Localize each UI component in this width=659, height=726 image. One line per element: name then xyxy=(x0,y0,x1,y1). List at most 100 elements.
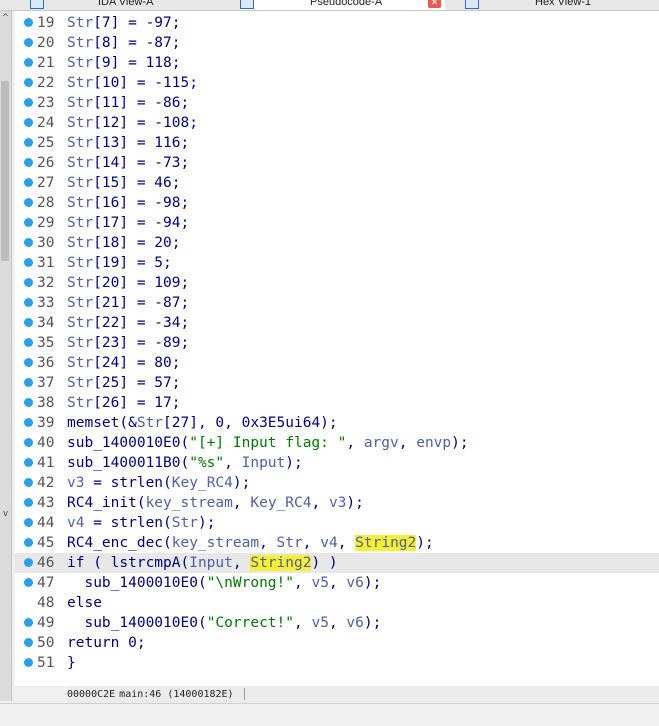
code-line[interactable]: 51} xyxy=(15,653,659,673)
code-text: sub_1400010E0("\nWrong!", v5, v6); xyxy=(67,575,382,591)
code-text: Str[18] = 20; xyxy=(67,235,181,251)
code-line[interactable]: 43 RC4_init(key_stream, Key_RC4, v3); xyxy=(15,493,659,513)
code-line[interactable]: 42 v3 = strlen(Key_RC4); xyxy=(15,473,659,493)
breakpoint-dot-icon[interactable] xyxy=(24,118,33,127)
code-line[interactable]: 39 memset(&Str[27], 0, 0x3E5ui64); xyxy=(15,413,659,433)
code-line[interactable]: 19 Str[7] = -97; xyxy=(15,13,659,33)
code-line[interactable]: 37 Str[25] = 57; xyxy=(15,373,659,393)
breakpoint-dot-icon[interactable] xyxy=(24,338,33,347)
code-line-current[interactable]: 46 if ( lstrcmpA(Input, String2) ) xyxy=(15,553,659,573)
bottom-panel xyxy=(0,703,659,726)
breakpoint-dot-icon[interactable] xyxy=(24,78,33,87)
breakpoint-dot-icon[interactable] xyxy=(24,38,33,47)
breakpoint-dot-icon[interactable] xyxy=(24,458,33,467)
code-line[interactable]: 28 Str[16] = -98; xyxy=(15,193,659,213)
breakpoint-dot-icon[interactable] xyxy=(24,398,33,407)
breakpoint-dot-icon[interactable] xyxy=(24,418,33,427)
breakpoint-dot-icon[interactable] xyxy=(24,218,33,227)
breakpoint-dot-icon[interactable] xyxy=(24,438,33,447)
code-text: Str[21] = -87; xyxy=(67,295,190,311)
code-text: Str[25] = 57; xyxy=(67,375,181,391)
breakpoint-dot-icon[interactable] xyxy=(24,538,33,547)
code-text: sub_1400011B0("%s", Input); xyxy=(67,455,303,471)
vertical-scrollbar[interactable]: ^ v xyxy=(0,11,12,701)
tab-ida-view[interactable]: IDA View-A xyxy=(30,0,170,10)
breakpoint-dot-icon[interactable] xyxy=(24,518,33,527)
code-line[interactable]: 27 Str[15] = 46; xyxy=(15,173,659,193)
scroll-up-icon[interactable]: ^ xyxy=(0,13,11,23)
breakpoint-dot-icon[interactable] xyxy=(24,18,33,27)
breakpoint-dot-icon[interactable] xyxy=(24,478,33,487)
code-line[interactable]: 32 Str[20] = 109; xyxy=(15,273,659,293)
code-line[interactable]: 41 sub_1400011B0("%s", Input); xyxy=(15,453,659,473)
code-text: Str[19] = 5; xyxy=(67,255,172,271)
code-line[interactable]: 21 Str[9] = 118; xyxy=(15,53,659,73)
tab-label: Hex View-1 xyxy=(535,0,592,8)
code-text: sub_1400010E0("[+] Input flag: ", argv, … xyxy=(67,435,469,451)
code-text: Str[17] = -94; xyxy=(67,215,190,231)
code-line[interactable]: 34 Str[22] = -34; xyxy=(15,313,659,333)
code-line[interactable]: 36 Str[24] = 80; xyxy=(15,353,659,373)
breakpoint-dot-icon[interactable] xyxy=(24,258,33,267)
breakpoint-dot-icon[interactable] xyxy=(24,378,33,387)
breakpoint-dot-icon[interactable] xyxy=(24,638,33,647)
code-line[interactable]: 23 Str[11] = -86; xyxy=(15,93,659,113)
code-line[interactable]: 26 Str[14] = -73; xyxy=(15,153,659,173)
breakpoint-dot-icon[interactable] xyxy=(24,278,33,287)
breakpoint-dot-icon[interactable] xyxy=(24,298,33,307)
tab-label: IDA View-A xyxy=(98,0,154,8)
breakpoint-dot-icon[interactable] xyxy=(24,238,33,247)
code-line[interactable]: 20 Str[8] = -87; xyxy=(15,33,659,53)
breakpoint-dot-icon[interactable] xyxy=(24,178,33,187)
code-line[interactable]: 22 Str[10] = -115; xyxy=(15,73,659,93)
code-line[interactable]: 30 Str[18] = 20; xyxy=(15,233,659,253)
breakpoint-dot-icon[interactable] xyxy=(24,558,33,567)
status-bar: 00000C2E main:46 (14000182E) xyxy=(67,686,659,703)
breakpoint-dot-icon[interactable] xyxy=(24,158,33,167)
code-text: sub_1400010E0("Correct!", v5, v6); xyxy=(67,615,382,631)
scroll-down-icon[interactable]: v xyxy=(0,509,11,519)
code-text: Str[10] = -115; xyxy=(67,75,198,91)
close-icon[interactable]: ✕ xyxy=(428,0,441,8)
status-address: 00000C2E xyxy=(67,689,116,700)
breakpoint-dot-icon[interactable] xyxy=(24,58,33,67)
code-line[interactable]: 45 RC4_enc_dec(key_stream, Str, v4, Strin… xyxy=(15,533,659,553)
code-line[interactable]: 35 Str[23] = -89; xyxy=(15,333,659,353)
code-line[interactable]: 48 else xyxy=(15,593,659,613)
code-line[interactable]: 25 Str[13] = 116; xyxy=(15,133,659,153)
scrollbar-thumb[interactable] xyxy=(1,81,9,261)
code-line[interactable]: 24 Str[12] = -108; xyxy=(15,113,659,133)
code-line[interactable]: 31 Str[19] = 5; xyxy=(15,253,659,273)
code-line[interactable]: 50 return 0; xyxy=(15,633,659,653)
code-text: Str[12] = -108; xyxy=(67,115,198,131)
code-line[interactable]: 40 sub_1400010E0("[+] Input flag: ", argv… xyxy=(15,433,659,453)
code-line[interactable]: 38 Str[26] = 17; xyxy=(15,393,659,413)
code-text: Str[15] = 46; xyxy=(67,175,181,191)
code-line[interactable]: 47 sub_1400010E0("\nWrong!", v5, v6); xyxy=(15,573,659,593)
breakpoint-dot-icon[interactable] xyxy=(24,498,33,507)
code-line[interactable]: 29 Str[17] = -94; xyxy=(15,213,659,233)
code-line[interactable]: 44 v4 = strlen(Str); xyxy=(15,513,659,533)
code-text: v3 = strlen(Key_RC4); xyxy=(67,475,251,491)
code-text: memset(&Str[27], 0, 0x3E5ui64); xyxy=(67,415,338,431)
breakpoint-dot-icon[interactable] xyxy=(24,618,33,627)
code-line[interactable]: 49 sub_1400010E0("Correct!", v5, v6); xyxy=(15,613,659,633)
code-text: RC4_init(key_stream, Key_RC4, v3); xyxy=(67,495,364,511)
tab-bar: IDA View-A Pseudocode-A ✕ Hex View-1 xyxy=(0,0,659,11)
code-text: Str[26] = 17; xyxy=(67,395,181,411)
code-text: Str[23] = -89; xyxy=(67,335,190,351)
breakpoint-dot-icon[interactable] xyxy=(24,198,33,207)
code-line[interactable]: 33 Str[21] = -87; xyxy=(15,293,659,313)
pseudocode-editor[interactable]: 19 Str[7] = -97; 20 Str[8] = -87; 21 Str[9]… xyxy=(15,11,659,686)
status-location: main:46 (14000182E) xyxy=(119,689,234,700)
code-text: if ( lstrcmpA(Input, String2) ) xyxy=(67,555,338,571)
breakpoint-dot-icon[interactable] xyxy=(24,358,33,367)
breakpoint-dot-icon[interactable] xyxy=(24,318,33,327)
breakpoint-dot-icon[interactable] xyxy=(24,578,33,587)
breakpoint-dot-icon[interactable] xyxy=(24,138,33,147)
breakpoint-dot-icon[interactable] xyxy=(24,98,33,107)
breakpoint-dot-icon[interactable] xyxy=(24,658,33,667)
code-text: Str[11] = -86; xyxy=(67,95,190,111)
tab-pseudocode[interactable]: Pseudocode-A ✕ xyxy=(240,0,445,10)
tab-hex-view[interactable]: Hex View-1 xyxy=(465,0,655,10)
